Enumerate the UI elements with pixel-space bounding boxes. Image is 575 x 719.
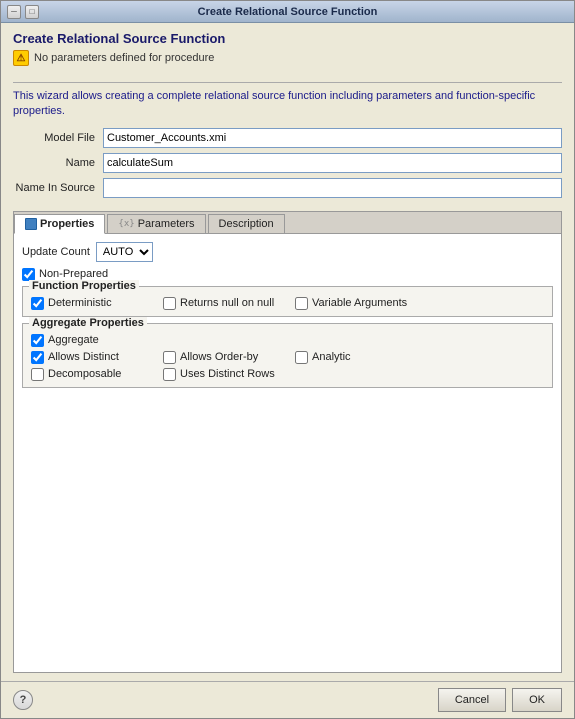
divider [13,82,562,83]
name-row: Name [13,153,562,173]
function-properties-title: Function Properties [29,280,139,292]
warning-text: No parameters defined for procedure [34,52,214,64]
model-file-label: Model File [13,132,103,144]
non-prepared-label: Non-Prepared [39,268,108,280]
update-count-label: Update Count [22,246,90,258]
analytic-checkbox[interactable] [295,351,308,364]
update-count-select[interactable]: AUTO 0 1 -1 [96,242,153,262]
minimize-button[interactable]: ─ [7,5,21,19]
allows-distinct-checkbox[interactable] [31,351,44,364]
parameters-tab-icon: {x} [118,219,134,229]
uses-distinct-rows-item: Uses Distinct Rows [163,368,283,381]
tabs-container: Properties {x} Parameters Description Up… [13,211,562,673]
model-file-row: Model File [13,128,562,148]
name-label: Name [13,157,103,169]
decomposable-checkbox[interactable] [31,368,44,381]
warning-row: ⚠ No parameters defined for procedure [13,50,562,66]
tab-properties-label: Properties [40,218,94,230]
variable-args-item: Variable Arguments [295,297,415,310]
tab-parameters[interactable]: {x} Parameters [107,214,205,233]
model-file-input[interactable] [103,128,562,148]
returns-null-checkbox[interactable] [163,297,176,310]
properties-tab-icon [25,218,37,230]
tab-properties-content: Update Count AUTO 0 1 -1 Non-Prepared Fu… [14,234,561,672]
restore-button[interactable]: □ [25,5,39,19]
uses-distinct-rows-checkbox[interactable] [163,368,176,381]
update-count-row: Update Count AUTO 0 1 -1 [22,242,553,262]
name-in-source-label: Name In Source [13,182,103,194]
allows-distinct-item: Allows Distinct [31,351,151,364]
decomposable-item: Decomposable [31,368,151,381]
returns-null-label: Returns null on null [180,297,274,309]
main-content: Create Relational Source Function ⚠ No p… [1,23,574,681]
header-section: Create Relational Source Function ⚠ No p… [13,31,562,70]
aggregate-properties-group: Aggregate Properties Aggregate Allows Di… [22,323,553,388]
name-in-source-row: Name In Source [13,178,562,198]
allows-distinct-label: Allows Distinct [48,351,119,363]
deterministic-label: Deterministic [48,297,112,309]
uses-distinct-rows-label: Uses Distinct Rows [180,368,275,380]
function-properties-content: Deterministic Returns null on null Varia… [31,297,544,310]
tab-description[interactable]: Description [208,214,285,233]
deterministic-checkbox[interactable] [31,297,44,310]
info-text: This wizard allows creating a complete r… [13,89,562,120]
variable-args-label: Variable Arguments [312,297,407,309]
variable-args-checkbox[interactable] [295,297,308,310]
allows-order-by-checkbox[interactable] [163,351,176,364]
tab-properties[interactable]: Properties [14,214,105,234]
analytic-label: Analytic [312,351,351,363]
deterministic-item: Deterministic [31,297,151,310]
action-buttons: Cancel OK [438,688,562,712]
name-in-source-input[interactable] [103,178,562,198]
aggregate-properties-title: Aggregate Properties [29,317,147,329]
aggregate-properties-content: Aggregate Allows Distinct Allows Order-b… [31,334,544,381]
returns-null-item: Returns null on null [163,297,283,310]
tab-bar: Properties {x} Parameters Description [14,212,561,234]
cancel-button[interactable]: Cancel [438,688,506,712]
allows-order-by-label: Allows Order-by [180,351,258,363]
bottom-bar: ? Cancel OK [1,681,574,718]
dialog-title: Create Relational Source Function [13,31,562,46]
aggregate-label: Aggregate [48,334,99,346]
aggregate-row: Aggregate [31,334,544,347]
title-bar-buttons: ─ □ [7,5,39,19]
aggregate-checkbox[interactable] [31,334,44,347]
tab-parameters-label: Parameters [138,218,195,230]
allows-order-by-item: Allows Order-by [163,351,283,364]
help-button[interactable]: ? [13,690,33,710]
tab-description-label: Description [219,218,274,230]
window-title: Create Relational Source Function [198,6,378,18]
window: ─ □ Create Relational Source Function Cr… [0,0,575,719]
function-properties-group: Function Properties Deterministic Return… [22,286,553,317]
warning-icon: ⚠ [13,50,29,66]
analytic-item: Analytic [295,351,415,364]
decomposable-label: Decomposable [48,368,121,380]
title-bar: ─ □ Create Relational Source Function [1,1,574,23]
ok-button[interactable]: OK [512,688,562,712]
name-input[interactable] [103,153,562,173]
